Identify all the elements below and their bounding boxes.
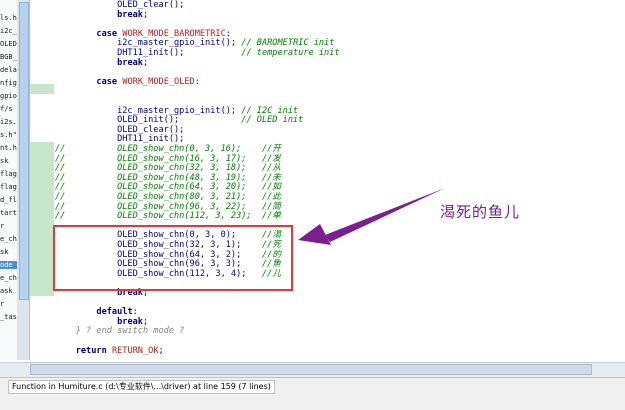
bottom-strip: [0, 396, 625, 410]
annotation-text: 渴死的鱼儿: [440, 203, 521, 221]
arrow-shaft: [325, 188, 445, 242]
arrow-annotation: [298, 188, 445, 245]
status-text: Function in Humiture.c (d:\专业软件\...\driv…: [8, 380, 275, 394]
source-insight-window: ls.h"i2c_OLEDBGB_delanfiggpiof/si2s.s.h"…: [0, 0, 625, 410]
arrow-head: [298, 224, 331, 245]
horizontal-scroll-thumb[interactable]: [30, 364, 592, 375]
